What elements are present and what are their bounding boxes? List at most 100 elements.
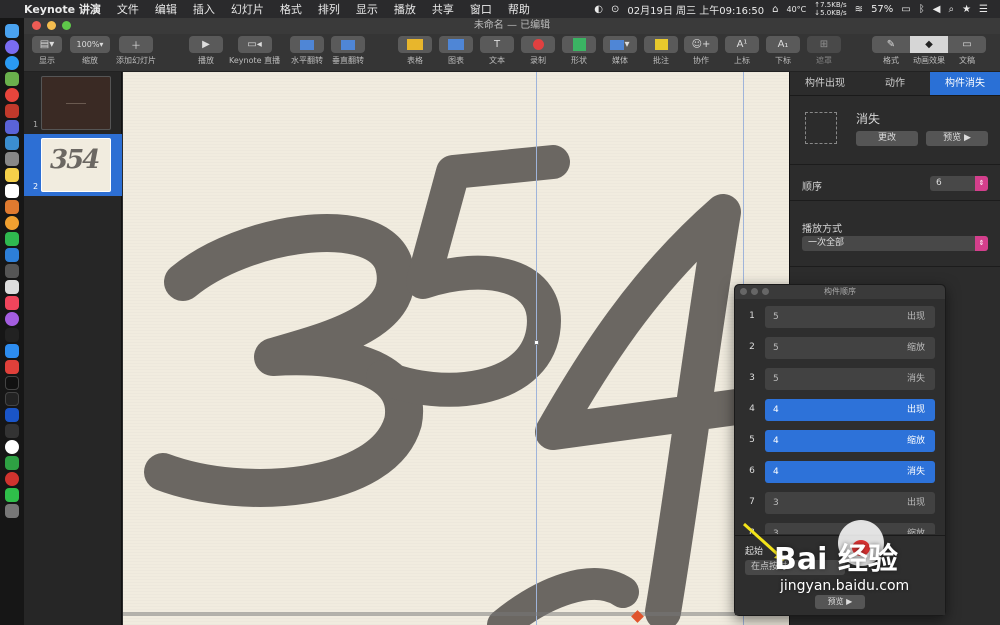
chart-button[interactable]: 图表 [439,36,473,66]
trash-icon[interactable] [5,504,19,518]
build-row-selected[interactable]: 6 4 消失 [735,458,947,486]
panel-minimize-button[interactable] [751,288,758,295]
tab-build-in[interactable]: 构件出现 [790,72,860,95]
menu-share[interactable]: 共享 [424,1,462,17]
search-icon[interactable]: ⌕ [948,4,954,15]
clock-icon[interactable]: ⊙ [611,4,619,15]
app-icon-d[interactable] [5,152,19,166]
android-icon[interactable] [5,72,19,86]
menu-help[interactable]: 帮助 [500,1,538,17]
yandex-icon[interactable] [5,440,19,454]
flip-vertical-button[interactable]: 垂直翻转 [331,36,365,66]
wechat-icon[interactable] [5,488,19,502]
menu-window[interactable]: 窗口 [462,1,500,17]
add-slide-button[interactable]: ＋ 添加幻灯片 [116,36,156,66]
app-icon-c[interactable] [5,136,19,150]
siri-icon[interactable] [5,40,19,54]
activity-icon[interactable] [5,392,19,406]
menu-format[interactable]: 格式 [272,1,310,17]
messages-icon[interactable] [5,232,19,246]
build-row-selected[interactable]: 4 4 出现 [735,396,947,424]
volume-icon[interactable]: ◀ [933,4,941,15]
panel-close-button[interactable] [740,288,747,295]
notes-icon[interactable] [5,168,19,182]
format-button[interactable]: ✎ 格式 [872,36,910,66]
terminal-icon[interactable] [5,376,19,390]
podcast-icon[interactable] [5,312,19,326]
star-icon[interactable]: ★ [962,4,971,15]
stepper-arrows-icon[interactable]: ⇕ [975,176,988,191]
flip-horizontal-button[interactable]: 水平翻转 [290,36,324,66]
menu-play[interactable]: 播放 [386,1,424,17]
app-icon-e[interactable] [5,184,19,198]
datetime[interactable]: 02月19日 周三 上午09:16:50 [627,2,764,17]
menu-slide[interactable]: 幻灯片 [223,1,272,17]
zoom-control[interactable]: 100% ▾ 缩放 [70,36,110,66]
app-icon-i[interactable] [5,424,19,438]
control-icon[interactable]: ◐ [594,4,603,15]
play-button[interactable]: ▶ 播放 [189,36,223,66]
vpn-icon[interactable]: ⌂ [772,4,778,15]
safari-icon[interactable] [5,56,19,70]
slide-canvas[interactable] [123,72,789,625]
battery-level[interactable]: 57% [871,4,893,15]
tab-build-out[interactable]: 构件消失 [930,72,1000,95]
photos-icon[interactable] [5,216,19,230]
app-icon-h[interactable] [5,264,19,278]
shape-button[interactable]: 形状 [562,36,596,66]
build-cell[interactable]: 4 消失 [765,461,935,483]
list-icon[interactable]: ☰ [979,4,988,15]
build-cell[interactable]: 4 出现 [765,399,935,421]
chrome-icon[interactable] [5,88,19,102]
app-icon-j[interactable] [5,456,19,470]
wifi-icon[interactable]: ≋ [855,4,863,15]
menu-view[interactable]: 显示 [348,1,386,17]
menu-insert[interactable]: 插入 [185,1,223,17]
comment-button[interactable]: 批注 [644,36,678,66]
select-arrows-icon[interactable]: ⇕ [975,236,988,251]
subscript-button[interactable]: A₁ 下标 [766,36,800,66]
finder-icon[interactable] [5,24,19,38]
calculator-icon[interactable] [5,280,19,294]
panel-zoom-button[interactable] [762,288,769,295]
menu-edit[interactable]: 编辑 [147,1,185,17]
battery-icon[interactable]: ▭ [901,4,910,15]
build-row[interactable]: 3 5 消失 [735,365,947,393]
selection-handle[interactable] [534,340,539,345]
zoom-button[interactable] [62,21,71,30]
app-menu[interactable]: Keynote 讲演 [16,1,109,17]
menu-arrange[interactable]: 排列 [310,1,348,17]
media-button[interactable]: ▾ 媒体 [603,36,637,66]
table-button[interactable]: 表格 [398,36,432,66]
build-cell[interactable]: 3 出现 [765,492,935,514]
menu-file[interactable]: 文件 [109,1,147,17]
appstore-icon[interactable] [5,344,19,358]
change-button[interactable]: 更改 [856,131,918,146]
superscript-button[interactable]: A¹ 上标 [725,36,759,66]
netease-icon[interactable] [5,472,19,486]
collaborate-button[interactable]: ☺+ 协作 [684,36,718,66]
view-control[interactable]: ▤▾ 显示 [32,36,62,66]
bluetooth-icon[interactable]: ᛒ [919,4,925,15]
close-button[interactable] [32,21,41,30]
delivery-select[interactable]: 一次全部 ⇕ [802,236,988,251]
mask-button[interactable]: ⊞ 遮罩 [807,36,841,66]
zoom-select[interactable]: 100% ▾ [70,36,110,53]
keynote-live-button[interactable]: ▭◂ Keynote 直播 [229,36,280,66]
app-icon-b[interactable] [5,120,19,134]
document-button[interactable]: ▭ 文稿 [948,36,986,66]
app-icon-f[interactable] [5,200,19,214]
build-cell[interactable]: 5 出现 [765,306,935,328]
build-cell[interactable]: 4 缩放 [765,430,935,452]
animate-button[interactable]: ◆ 动画效果 [910,36,948,66]
app-icon-g[interactable] [5,248,19,262]
text-button[interactable]: T 文本 [480,36,514,66]
build-cell[interactable]: 5 缩放 [765,337,935,359]
vpn-app-icon[interactable] [5,408,19,422]
slide-selected-row[interactable]: 2 354 [24,134,122,196]
music-icon[interactable] [5,296,19,310]
tv-icon[interactable] [5,328,19,342]
build-row-selected[interactable]: 5 4 缩放 [735,427,947,455]
build-row[interactable]: 1 5 出现 [735,303,947,331]
sidebar-icon[interactable]: ▤▾ [32,36,62,53]
